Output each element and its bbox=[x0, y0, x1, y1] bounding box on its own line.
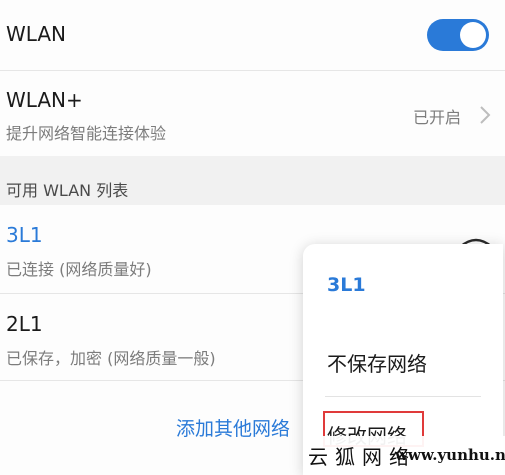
wlan-plus-status: 已开启 bbox=[413, 108, 462, 127]
toggle-knob bbox=[460, 22, 486, 48]
wlan-label: WLAN bbox=[6, 22, 67, 46]
chevron-right-icon bbox=[480, 106, 491, 124]
wlan-row[interactable]: WLAN bbox=[0, 0, 505, 70]
watermark-url: www.yunhu.net bbox=[395, 446, 505, 464]
add-network-button[interactable]: 添加其他网络 bbox=[176, 414, 290, 441]
menu-divider bbox=[325, 396, 481, 397]
wlan-plus-description: 提升网络智能连接体验 bbox=[6, 124, 167, 143]
network-ssid: 2L1 bbox=[6, 312, 43, 336]
section-header: 可用 WLAN 列表 bbox=[6, 181, 129, 200]
forget-network-item[interactable]: 不保存网络 bbox=[327, 348, 427, 377]
network-status: 已保存，加密 (网络质量一般) bbox=[6, 349, 216, 368]
watermark: 云狐网络 www.yunhu.net bbox=[303, 436, 505, 475]
network-ssid: 3L1 bbox=[6, 223, 43, 247]
context-menu-title: 3L1 bbox=[327, 274, 366, 296]
network-status: 已连接 (网络质量好) bbox=[6, 260, 152, 279]
wlan-plus-row[interactable]: WLAN+ 提升网络智能连接体验 已开启 bbox=[0, 71, 505, 156]
wlan-toggle[interactable] bbox=[427, 19, 489, 51]
wlan-plus-label: WLAN+ bbox=[6, 88, 83, 112]
